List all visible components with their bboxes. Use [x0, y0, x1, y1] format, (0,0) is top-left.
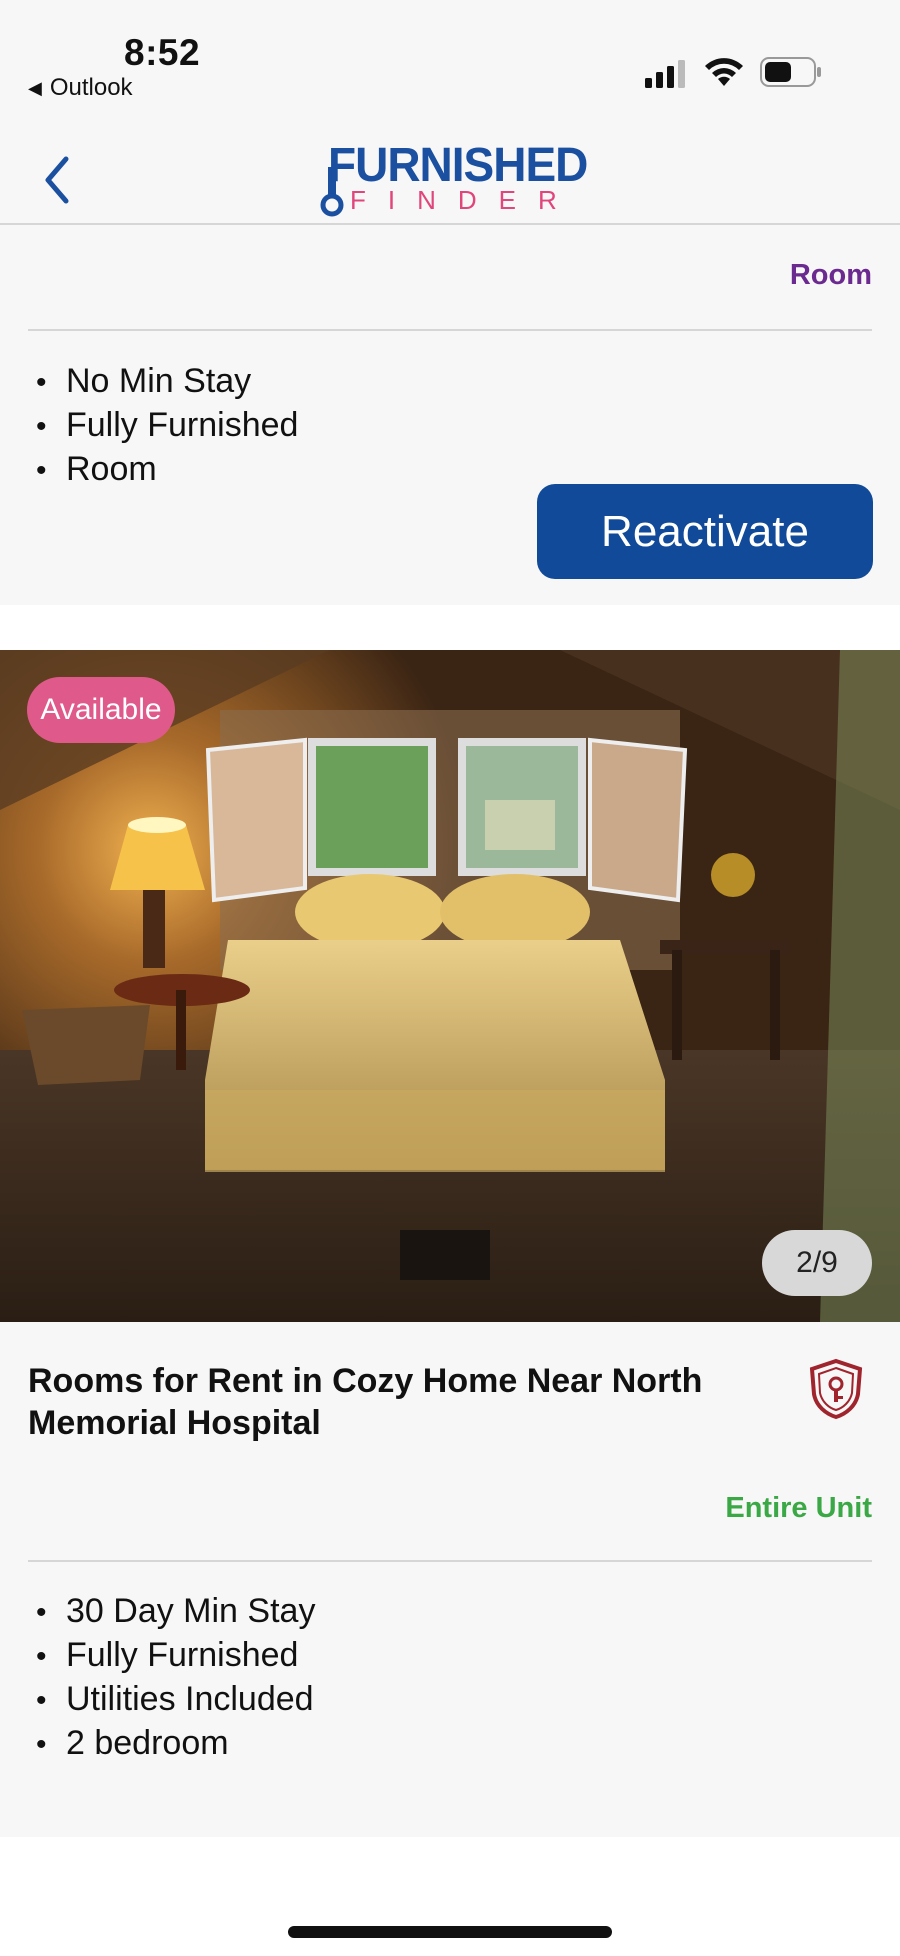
- list-item: No Min Stay: [36, 360, 298, 404]
- reactivate-button[interactable]: Reactivate: [537, 484, 873, 579]
- listing-type-label: Room: [789, 259, 872, 291]
- feature-list: No Min Stay Fully Furnished Room: [36, 360, 298, 492]
- list-item: Fully Furnished: [36, 1634, 315, 1678]
- card-separator: [0, 605, 900, 650]
- back-to-app-link[interactable]: ◀ Outlook: [28, 74, 133, 102]
- battery-icon: [760, 57, 821, 87]
- back-app-label: Outlook: [49, 74, 133, 101]
- logo-text-finder: FINDER: [350, 185, 579, 215]
- status-bar: 8:52 ◀ Outlook: [0, 0, 900, 125]
- logo-text-furnished: FURNISHED: [328, 136, 588, 192]
- listing-card-1[interactable]: Room No Min Stay Fully Furnished Room Re…: [0, 227, 900, 605]
- list-item: 30 Day Min Stay: [36, 1590, 315, 1634]
- listing-type-label: Entire Unit: [725, 1492, 872, 1524]
- availability-badge: Available: [27, 677, 175, 743]
- listing-photo[interactable]: Available 2/9: [0, 650, 900, 1322]
- home-indicator[interactable]: [288, 1926, 612, 1938]
- furnished-finder-logo: FURNISHED FINDER: [316, 137, 596, 217]
- listing-card-2[interactable]: Rooms for Rent in Cozy Home Near North M…: [0, 1322, 900, 1837]
- wifi-icon: [705, 58, 743, 86]
- list-item: Utilities Included: [36, 1678, 315, 1722]
- verified-shield-icon: [809, 1358, 863, 1420]
- back-chevron-icon[interactable]: [40, 155, 74, 205]
- bottom-area: [0, 1837, 900, 1956]
- list-item: Room: [36, 448, 298, 492]
- clock-time: 8:52: [124, 32, 201, 73]
- photo-counter-badge: 2/9: [762, 1230, 872, 1296]
- divider: [28, 329, 872, 331]
- list-item: Fully Furnished: [36, 404, 298, 448]
- cellular-signal-icon: [645, 60, 685, 88]
- divider: [28, 1560, 872, 1562]
- feature-list: 30 Day Min Stay Fully Furnished Utilitie…: [36, 1590, 315, 1766]
- list-item: 2 bedroom: [36, 1722, 315, 1766]
- nav-bar: FURNISHED FINDER: [0, 125, 900, 225]
- listing-title[interactable]: Rooms for Rent in Cozy Home Near North M…: [28, 1360, 708, 1444]
- back-triangle-icon: ◀: [28, 77, 42, 98]
- bedroom-photo-image: [0, 650, 900, 1322]
